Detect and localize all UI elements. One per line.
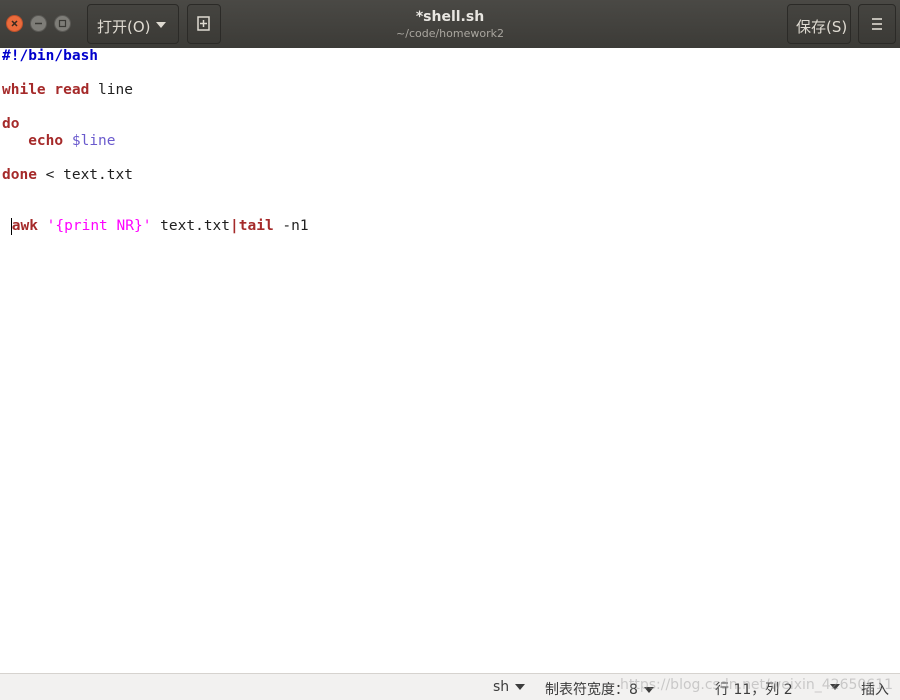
string-literal: '{print NR}' xyxy=(46,218,152,234)
language-selector[interactable]: sh xyxy=(493,679,526,695)
variable-line: $line xyxy=(71,133,116,149)
save-button[interactable]: 保存(S) xyxy=(787,4,851,44)
header-bar: 打开(O) *shell.sh ~/code/homework2 保存(S) xyxy=(0,0,900,48)
language-label: sh xyxy=(493,679,510,695)
code-text: -n1 xyxy=(273,218,309,234)
keyword-do: do xyxy=(2,116,20,132)
code-line-3: while read line xyxy=(2,82,133,99)
code-text: text.txt xyxy=(151,218,231,234)
menu-button[interactable] xyxy=(858,4,896,44)
text-editor[interactable]: #!/bin/bash while read line do echo $lin… xyxy=(0,48,900,673)
code-line-11: awk '{print NR}' text.txt|tail -n1 xyxy=(2,218,309,235)
command-awk: awk xyxy=(11,218,38,234)
code-line-6: echo $line xyxy=(2,133,116,150)
code-text: line xyxy=(89,82,133,98)
watermark: https://blog.csdn.net/weixin_42650611 xyxy=(620,677,894,693)
keyword-tail: tail xyxy=(238,218,274,234)
hamburger-menu-icon xyxy=(872,18,882,30)
tab-width-label: 制表符宽度： xyxy=(545,682,629,698)
keyword-echo: echo xyxy=(28,133,64,149)
shebang: #!/bin/bash xyxy=(2,48,99,64)
pipe-operator: | xyxy=(230,218,239,234)
code-line-5: do xyxy=(2,116,19,133)
save-button-label: 保存(S) xyxy=(796,18,848,36)
keyword-while: while xyxy=(2,82,46,98)
code-line-8: done < text.txt xyxy=(2,167,133,184)
keyword-done: done xyxy=(2,167,37,183)
chevron-down-icon xyxy=(515,684,526,690)
window-title: *shell.sh xyxy=(415,9,485,25)
code-line-1: #!/bin/bash xyxy=(2,48,98,65)
window-subtitle: ~/code/homework2 xyxy=(396,27,504,40)
code-text: < text.txt xyxy=(36,167,133,183)
keyword-read: read xyxy=(54,82,90,98)
